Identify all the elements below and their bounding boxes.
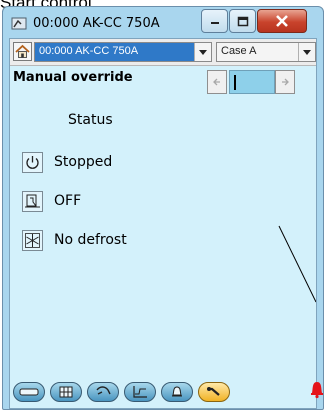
graph-icon <box>133 386 147 398</box>
bottom-tab-bar <box>13 381 323 405</box>
tools-icon <box>96 386 111 395</box>
tab-cabinet[interactable] <box>13 382 45 402</box>
maximize-button[interactable] <box>229 9 256 33</box>
alarm-bell-icon[interactable] <box>309 379 325 399</box>
close-icon <box>276 15 288 27</box>
close-button[interactable] <box>257 9 307 33</box>
minimize-button[interactable] <box>201 9 228 33</box>
maximize-icon <box>237 16 248 26</box>
client-area: 00:000 AK-CC 750A Case A Manual override… <box>9 38 323 409</box>
window-title: 00:000 AK-CC 750A <box>33 16 160 31</box>
cabinet-icon <box>19 388 39 396</box>
tab-tools[interactable] <box>87 382 119 402</box>
minimize-icon <box>210 22 219 24</box>
annotation-line <box>278 225 316 303</box>
grid-icon <box>59 386 73 398</box>
app-window: 00:000 AK-CC 750A 00:000 AK-CC 750A Case… <box>2 6 324 410</box>
title-bar[interactable]: 00:000 AK-CC 750A <box>3 7 323 39</box>
tab-graph[interactable] <box>124 382 156 402</box>
tab-service[interactable] <box>198 382 230 402</box>
wrench-icon <box>207 387 220 396</box>
app-icon <box>11 17 27 30</box>
bell-icon <box>172 386 182 397</box>
tab-grid[interactable] <box>50 382 82 402</box>
tab-alarms[interactable] <box>161 382 193 402</box>
